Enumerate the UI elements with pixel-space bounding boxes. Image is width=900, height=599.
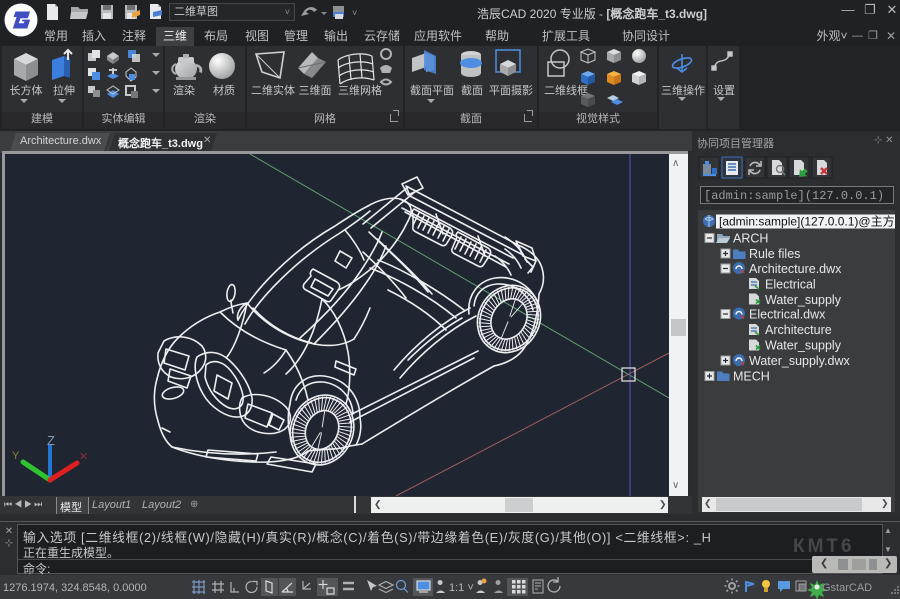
svg-text:Z: Z (47, 433, 55, 448)
svg-text:✕: ✕ (79, 451, 88, 463)
svg-text:Architecture: Architecture (765, 323, 832, 337)
svg-text:1:1 ˅: 1:1 ˅ (449, 582, 474, 594)
svg-text:ARCH: ARCH (733, 232, 768, 246)
svg-text:Water_supply: Water_supply (765, 339, 842, 353)
svg-text:MECH: MECH (733, 370, 770, 384)
svg-text:[admin:sample](127.0.0.1)@主方案: [admin:sample](127.0.0.1)@主方案 (719, 214, 895, 229)
svg-text:Electrical: Electrical (765, 278, 816, 292)
svg-text:Architecture.dwx: Architecture.dwx (749, 262, 842, 276)
svg-text:Electrical.dwx: Electrical.dwx (749, 308, 826, 322)
svg-text:Rule files: Rule files (749, 247, 800, 261)
svg-text:Water_supply: Water_supply (765, 293, 842, 307)
svg-text:Water_supply.dwx: Water_supply.dwx (749, 354, 850, 368)
svg-text:Y: Y (12, 450, 20, 462)
